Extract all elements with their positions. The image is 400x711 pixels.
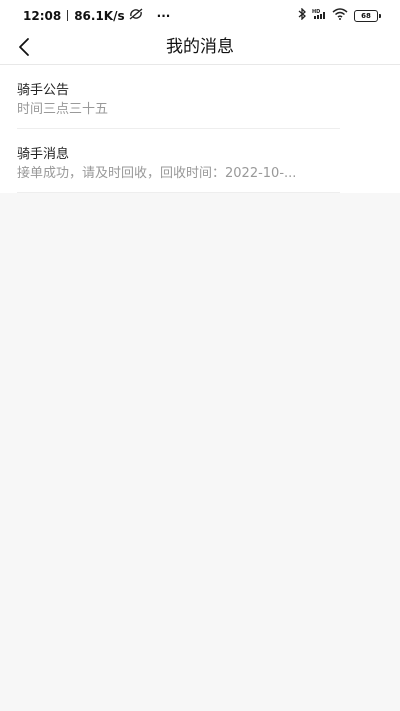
signal-hd-icon: HD <box>312 8 326 23</box>
message-title: 骑手消息 <box>17 147 70 162</box>
page-title: 我的消息 <box>166 37 234 57</box>
status-bar: 12:08 86.1K/s ··· HD 68 <box>0 0 400 30</box>
status-time: 12:08 <box>23 8 62 23</box>
battery-icon: 68 <box>354 9 381 22</box>
nav-bar: 我的消息 <box>0 30 400 65</box>
message-preview: 接单成功，请及时回收，回收时间：2022-10-... <box>17 166 297 181</box>
message-item-announcement[interactable]: 骑手公告 时间三点三十五 <box>17 65 340 129</box>
more-icon: ··· <box>156 8 171 23</box>
svg-text:HD: HD <box>312 9 320 15</box>
message-item-rider[interactable]: 骑手消息 接单成功，请及时回收，回收时间：2022-10-... <box>17 129 340 193</box>
network-speed: 86.1K/s <box>74 8 125 23</box>
message-list: 骑手公告 时间三点三十五 骑手消息 接单成功，请及时回收，回收时间：2022-1… <box>0 65 400 193</box>
message-title: 骑手公告 <box>17 83 70 98</box>
bluetooth-icon <box>298 7 306 23</box>
status-divider <box>67 10 69 21</box>
wifi-icon <box>332 8 348 23</box>
sync-off-icon <box>129 8 143 23</box>
message-preview: 时间三点三十五 <box>17 102 109 117</box>
